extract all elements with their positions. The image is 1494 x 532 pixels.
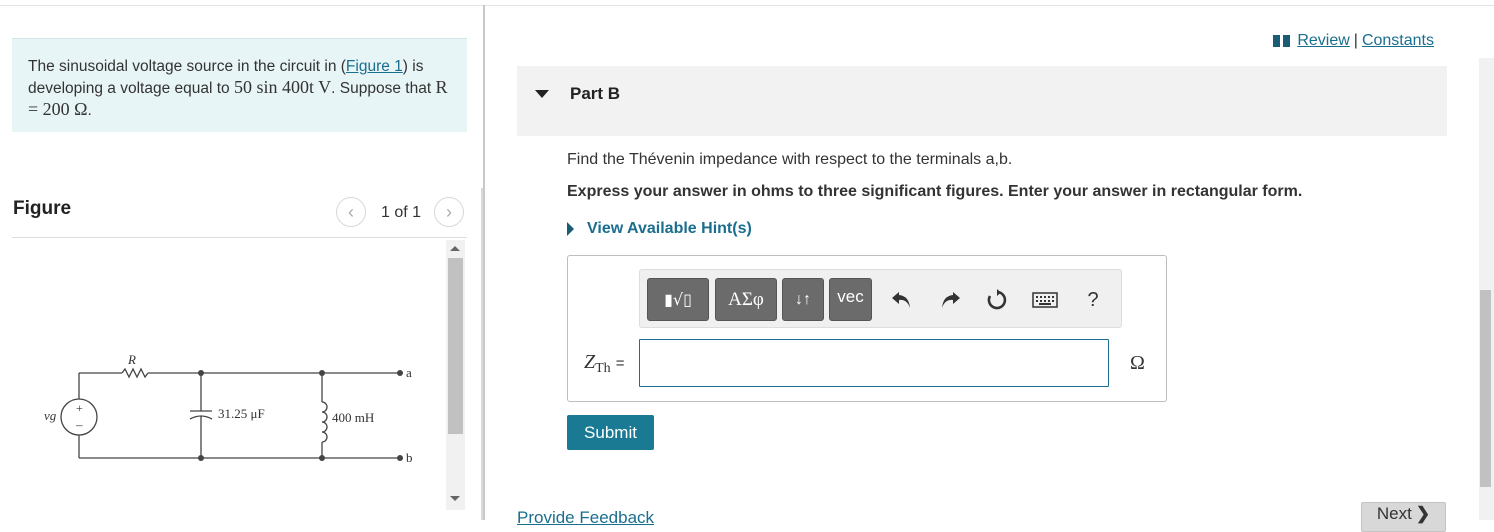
arrows-icon: ↓↑: [795, 290, 811, 308]
greek-symbols-button[interactable]: ΑΣφ: [715, 278, 777, 321]
terminal-a-label: a: [406, 365, 412, 380]
source-label: vg: [44, 408, 57, 423]
page-scroll-thumb[interactable]: [1480, 290, 1491, 487]
arrows-button[interactable]: ↓↑: [782, 278, 824, 321]
header-links: Review | Constants: [1273, 32, 1434, 50]
figure-scroll-thumb[interactable]: [448, 258, 463, 434]
math-toolbar: ▮√▯ ΑΣφ ↓↑ vec ?: [639, 269, 1122, 328]
part-title: Part B: [570, 84, 621, 103]
inductor-label: 400 mH: [332, 410, 374, 425]
templates-button[interactable]: ▮√▯: [647, 278, 709, 321]
book-icon: [1273, 35, 1291, 47]
vector-button[interactable]: vec: [829, 278, 872, 321]
figure-header: Figure ‹ 1 of 1 ›: [12, 196, 467, 238]
unit-label: Ω: [1130, 352, 1145, 374]
figure-title: Figure: [13, 198, 72, 219]
chevron-right-icon: ›: [446, 201, 452, 222]
expand-triangle-icon: [567, 222, 574, 236]
undo-button[interactable]: [888, 286, 916, 314]
next-figure-button[interactable]: ›: [434, 197, 464, 227]
answer-variable-label: ZTh =: [584, 351, 624, 377]
hint-label: View Available Hint(s): [587, 220, 752, 237]
circuit-diagram: + – vg R 31.25 μF 400 mH a b: [44, 352, 413, 465]
next-label: Next: [1376, 504, 1412, 523]
reset-button[interactable]: [983, 286, 1011, 314]
help-button[interactable]: ?: [1079, 286, 1107, 314]
scroll-down-arrow-icon[interactable]: [450, 496, 460, 501]
top-border: [0, 5, 1494, 6]
figure-pager: 1 of 1: [381, 204, 422, 221]
question-text: Find the Thévenin impedance with respect…: [567, 151, 1013, 168]
inductor: [321, 401, 328, 443]
answer-box: ▮√▯ ΑΣφ ↓↑ vec ? ZTh = Ω: [567, 255, 1167, 402]
redo-icon: [942, 292, 960, 308]
problem-text: .: [87, 102, 92, 119]
chevron-right-icon: ❯: [1415, 504, 1431, 523]
link-separator: |: [1353, 32, 1358, 49]
instruction-text: Express your answer in ohms to three sig…: [567, 183, 1303, 200]
collapse-caret-icon[interactable]: [535, 90, 549, 98]
panel-divider-shadow: [481, 188, 483, 520]
keyboard-button[interactable]: [1031, 286, 1059, 314]
voltage-expression: 50 sin 400t V: [233, 77, 332, 97]
panel-divider[interactable]: [483, 5, 485, 520]
problem-statement: The sinusoidal voltage source in the cir…: [12, 38, 467, 132]
figure-scrollbar[interactable]: [446, 240, 465, 510]
next-button[interactable]: Next ❯: [1361, 502, 1446, 532]
redo-button[interactable]: [936, 286, 964, 314]
terminal-b: [397, 455, 403, 461]
svg-text:+: +: [76, 401, 83, 415]
part-header[interactable]: Part B: [517, 66, 1447, 136]
problem-text: . Suppose that: [331, 80, 436, 97]
view-hints-toggle[interactable]: View Available Hint(s): [567, 220, 752, 238]
greek-label: ΑΣφ: [728, 288, 764, 310]
help-icon: ?: [1087, 288, 1099, 311]
previous-figure-button[interactable]: ‹: [336, 197, 366, 227]
vec-label: vec: [837, 286, 864, 306]
page-scrollbar[interactable]: [1479, 58, 1494, 520]
terminal-a: [397, 370, 403, 376]
undo-icon: [892, 292, 910, 308]
resistor-label: R: [127, 352, 136, 367]
equals-sign: =: [615, 355, 625, 372]
problem-text: The sinusoidal voltage source in the cir…: [28, 58, 346, 75]
submit-button[interactable]: Submit: [567, 415, 654, 450]
reset-icon: [987, 289, 1007, 310]
terminal-b-label: b: [406, 450, 413, 465]
svg-text:–: –: [75, 417, 83, 432]
constants-link[interactable]: Constants: [1362, 32, 1434, 50]
capacitor-label: 31.25 μF: [218, 406, 265, 421]
answer-input[interactable]: [639, 339, 1109, 387]
figure-link[interactable]: Figure 1: [346, 58, 403, 75]
provide-feedback-link[interactable]: Provide Feedback: [517, 508, 654, 528]
scroll-up-arrow-icon[interactable]: [450, 246, 460, 251]
templates-icon: ▮√▯: [664, 290, 692, 309]
review-link[interactable]: Review: [1297, 32, 1349, 50]
chevron-left-icon: ‹: [348, 201, 354, 222]
variable-subscript: Th: [595, 361, 611, 376]
keyboard-icon: [1032, 292, 1058, 308]
variable-symbol: Z: [584, 351, 596, 373]
resistor: [121, 367, 149, 379]
